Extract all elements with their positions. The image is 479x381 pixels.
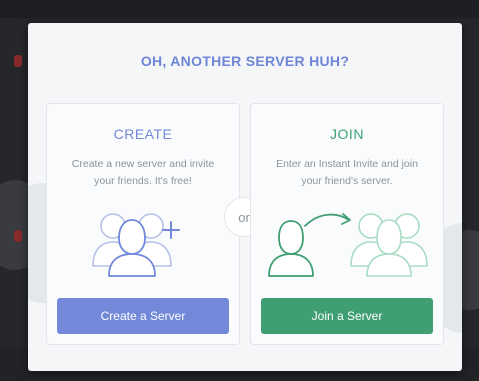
- or-divider-label: or: [238, 209, 250, 225]
- create-card-description: Create a new server and invite your frie…: [71, 158, 215, 187]
- join-card-title: JOIN: [330, 126, 364, 142]
- create-card-title: CREATE: [113, 126, 173, 142]
- modal-title: OH, ANOTHER SERVER HUH?: [140, 53, 350, 69]
- create-server-button[interactable]: Create a Server: [57, 298, 229, 334]
- backdrop-accent: [14, 55, 22, 67]
- users-plus-icon: [92, 213, 180, 277]
- join-server-card: JOIN Enter an Instant Invite and join yo…: [250, 103, 444, 345]
- join-card-description: Enter an Instant Invite and join your fr…: [276, 158, 418, 187]
- create-server-card: CREATE Create a new server and invite yo…: [46, 103, 240, 345]
- join-server-button[interactable]: Join a Server: [261, 298, 433, 334]
- user-join-group-icon: [268, 213, 428, 277]
- backdrop-accent: [14, 230, 22, 242]
- create-or-join-server-modal: OH, ANOTHER SERVER HUH? CREATE Create a …: [28, 23, 462, 371]
- backdrop-top-bar: [0, 0, 479, 18]
